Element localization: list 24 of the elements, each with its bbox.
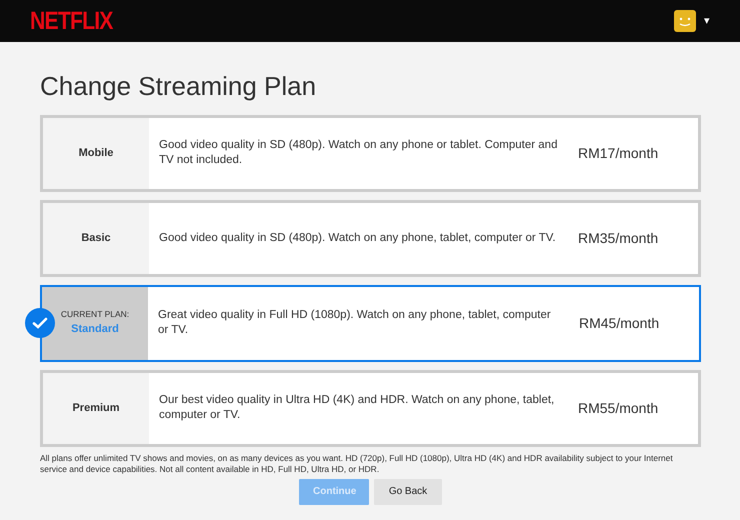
plan-name: Standard xyxy=(71,322,119,338)
plan-description: Good video quality in SD (480p). Watch on any phone, tablet, computer or TV. xyxy=(158,230,557,246)
plan-price: RM45/month xyxy=(579,314,660,333)
disclaimer-text: All plans offer unlimited TV shows and movies, on as many devices as you want. HD (720p), Full HD (1080p), Ultra HD (4K) and HDR availability subject to your Internet service and device capabilities. Not all content available in HD, Full HD, Ultra HD, or HDR. xyxy=(40,452,674,475)
plan-description: Good video quality in SD (480p). Watch on any phone or tablet. Computer and TV not included. xyxy=(158,138,558,168)
plan-price: RM17/month xyxy=(578,144,660,163)
current-plan-label: CURRENT PLAN: xyxy=(60,308,130,322)
plan-description: Our best video quality in Ultra HD (4K) and HDR. Watch on any phone, tablet, computer or TV. xyxy=(158,393,556,424)
plan-option[interactable]: Basic Good video quality in SD (480p). Watch on any phone, tablet, computer or TV. RM35/month xyxy=(40,200,701,277)
plan-name: Premium xyxy=(72,400,120,416)
plan-option[interactable]: Mobile Good video quality in SD (480p). Watch on any phone or tablet. Computer and TV not included. RM17/month xyxy=(40,114,701,192)
check-icon xyxy=(25,308,55,338)
plan-option[interactable]: CURRENT PLAN: Standard Great video quality in Full HD (1080p). Watch on any phone, tablet, computer or TV. RM45/month xyxy=(40,284,701,362)
page-title: Change Streaming Plan xyxy=(40,72,318,101)
plan-description: Great video quality in Full HD (1080p). Watch on any phone, tablet, computer or TV. xyxy=(157,308,552,338)
plan-name: Basic xyxy=(81,230,111,246)
plan-price: RM35/month xyxy=(578,228,660,248)
plan-option[interactable]: Premium Our best video quality in Ultra HD (4K) and HDR. Watch on any phone, tablet, computer or TV. RM55/month xyxy=(40,370,701,447)
plan-name: Mobile xyxy=(78,146,114,161)
plan-price: RM55/month xyxy=(578,398,660,418)
caret-icon[interactable]: ▾ xyxy=(704,16,710,26)
back-button[interactable]: Go Back xyxy=(374,478,442,505)
avatar-icon[interactable] xyxy=(674,10,696,32)
logo[interactable]: NETFLIX xyxy=(30,8,113,34)
